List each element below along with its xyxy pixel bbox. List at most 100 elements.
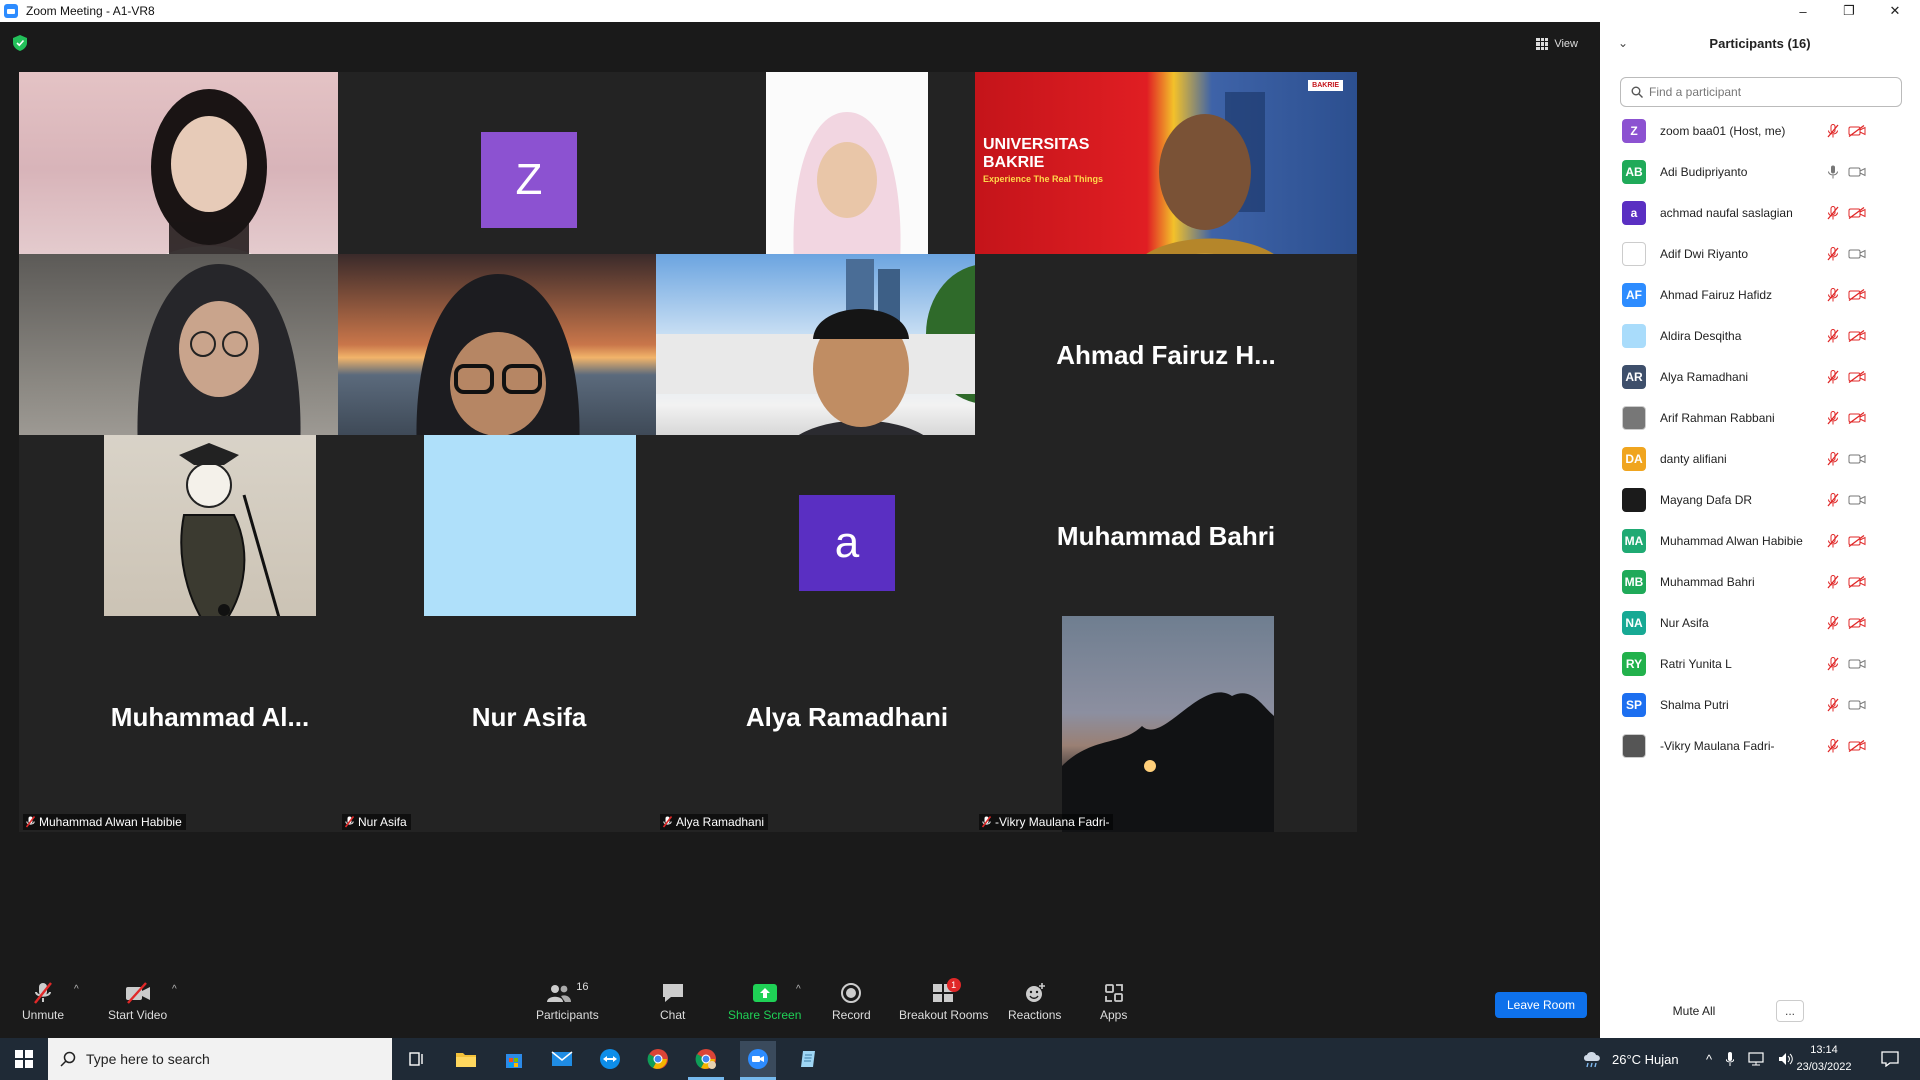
teamviewer-icon[interactable] xyxy=(596,1045,624,1073)
tray-chevron-icon[interactable]: ^ xyxy=(1706,1052,1712,1067)
mute-all-button[interactable]: Mute All xyxy=(1664,1000,1724,1022)
share-options-caret[interactable]: ^ xyxy=(796,984,801,995)
view-button[interactable]: View xyxy=(1530,32,1584,56)
participant-avatar xyxy=(1622,323,1646,348)
mail-icon[interactable] xyxy=(548,1045,576,1073)
video-off-icon[interactable] xyxy=(1848,616,1866,629)
participant-search-input[interactable] xyxy=(1649,85,1889,99)
participant-row[interactable]: Mayang Dafa DR xyxy=(1600,479,1920,520)
muted-mic-icon[interactable] xyxy=(1827,123,1839,138)
mic-icon[interactable] xyxy=(1827,165,1839,179)
task-view-icon[interactable] xyxy=(402,1045,430,1073)
participant-row[interactable]: -Vikry Maulana Fadri- xyxy=(1600,725,1920,766)
search-icon xyxy=(1631,86,1643,98)
participant-avatar: MB xyxy=(1622,569,1646,594)
participant-row[interactable]: Adif Dwi Riyanto xyxy=(1600,233,1920,274)
record-label: Record xyxy=(832,1008,871,1022)
minimize-button[interactable]: – xyxy=(1780,0,1826,22)
muted-mic-icon xyxy=(982,816,991,828)
more-options-button[interactable]: ... xyxy=(1776,1000,1804,1022)
audio-options-caret[interactable]: ^ xyxy=(74,984,79,995)
video-icon[interactable] xyxy=(1848,658,1866,670)
participant-row[interactable]: MB Muhammad Bahri xyxy=(1600,561,1920,602)
zoom-taskbar-icon[interactable] xyxy=(740,1041,776,1077)
video-icon[interactable] xyxy=(1848,453,1866,465)
participant-name: Nur Asifa xyxy=(1660,615,1709,630)
muted-mic-icon[interactable] xyxy=(1827,615,1839,630)
muted-mic-icon[interactable] xyxy=(1827,287,1839,302)
muted-mic-icon[interactable] xyxy=(1827,246,1839,261)
file-explorer-icon[interactable] xyxy=(452,1045,480,1073)
video-off-icon[interactable] xyxy=(1848,329,1866,342)
muted-mic-icon[interactable] xyxy=(1827,533,1839,548)
video-tile[interactable]: -Vikry Maulana Fadri- xyxy=(975,616,1357,832)
video-off-icon[interactable] xyxy=(1848,575,1866,588)
muted-mic-icon[interactable] xyxy=(1827,697,1839,712)
video-off-icon[interactable] xyxy=(1848,288,1866,301)
participant-name: Shalma Putri xyxy=(1660,697,1729,712)
muted-mic-icon[interactable] xyxy=(1827,369,1839,384)
chat-button[interactable]: Chat xyxy=(660,980,685,1022)
muted-mic-icon[interactable] xyxy=(1827,451,1839,466)
chrome-icon[interactable] xyxy=(644,1045,672,1073)
participant-row[interactable]: Zzoom baa01 (Host, me) xyxy=(1600,110,1920,151)
muted-mic-icon[interactable] xyxy=(1827,328,1839,343)
video-off-icon[interactable] xyxy=(1848,370,1866,383)
video-off-icon[interactable] xyxy=(1848,411,1866,424)
share-screen-button[interactable]: Share Screen xyxy=(728,980,801,1022)
participant-search[interactable] xyxy=(1620,77,1902,107)
video-icon[interactable] xyxy=(1848,166,1866,178)
muted-mic-icon[interactable] xyxy=(1827,574,1839,589)
windows-start-icon[interactable] xyxy=(10,1045,38,1073)
participant-row[interactable]: DA danty alifiani xyxy=(1600,438,1920,479)
weather-widget[interactable]: 26°C Hujan xyxy=(1582,1038,1679,1080)
microsoft-store-icon[interactable] xyxy=(500,1045,528,1073)
unmute-button[interactable]: Unmute xyxy=(22,980,64,1022)
close-button[interactable]: ✕ xyxy=(1872,0,1918,22)
breakout-rooms-button[interactable]: 1 Breakout Rooms xyxy=(899,978,988,1022)
participants-button[interactable]: 16 Participants xyxy=(536,980,599,1022)
video-options-caret[interactable]: ^ xyxy=(172,984,177,995)
muted-mic-icon[interactable] xyxy=(1827,738,1839,753)
tray-mic-icon[interactable] xyxy=(1726,1052,1735,1066)
start-video-button[interactable]: Start Video xyxy=(108,980,167,1022)
video-icon[interactable] xyxy=(1848,248,1866,260)
notepad-icon[interactable] xyxy=(794,1045,822,1073)
participant-name: zoom baa01 (Host, me) xyxy=(1660,123,1786,138)
video-off-icon[interactable] xyxy=(1848,739,1866,752)
participant-row[interactable]: AR Alya Ramadhani xyxy=(1600,356,1920,397)
participant-row[interactable]: a achmad naufal saslagian xyxy=(1600,192,1920,233)
video-off-icon[interactable] xyxy=(1848,124,1866,137)
participant-row[interactable]: Arif Rahman Rabbani xyxy=(1600,397,1920,438)
tile-nameplate: Nur Asifa xyxy=(342,814,411,830)
participant-row[interactable]: SP Shalma Putri xyxy=(1600,684,1920,725)
participant-row[interactable]: Aldira Desqitha xyxy=(1600,315,1920,356)
chrome-profile-icon[interactable] xyxy=(692,1045,720,1073)
video-off-icon[interactable] xyxy=(1848,206,1866,219)
participant-row[interactable]: MA Muhammad Alwan Habibie xyxy=(1600,520,1920,561)
notifications-icon[interactable] xyxy=(1876,1045,1904,1073)
restore-button[interactable]: ❐ xyxy=(1826,0,1872,22)
security-shield-icon[interactable] xyxy=(13,35,27,51)
record-button[interactable]: Record xyxy=(832,980,871,1022)
muted-mic-icon[interactable] xyxy=(1827,205,1839,220)
video-off-icon[interactable] xyxy=(1848,534,1866,547)
participant-row[interactable]: RY Ratri Yunita L xyxy=(1600,643,1920,684)
muted-mic-icon[interactable] xyxy=(1827,656,1839,671)
video-icon[interactable] xyxy=(1848,494,1866,506)
taskbar-search-placeholder: Type here to search xyxy=(86,1051,210,1067)
volume-icon[interactable] xyxy=(1778,1052,1794,1066)
taskbar-clock[interactable]: 13:14 23/03/2022 xyxy=(1796,1042,1852,1076)
network-icon[interactable] xyxy=(1748,1052,1764,1066)
apps-button[interactable]: Apps xyxy=(1100,980,1127,1022)
video-icon[interactable] xyxy=(1848,699,1866,711)
participant-row[interactable]: NA Nur Asifa xyxy=(1600,602,1920,643)
leave-room-button[interactable]: Leave Room xyxy=(1495,992,1587,1018)
participant-row[interactable]: AB Adi Budipriyanto xyxy=(1600,151,1920,192)
avatar: a xyxy=(799,495,895,591)
muted-mic-icon[interactable] xyxy=(1827,492,1839,507)
participant-row[interactable]: AF Ahmad Fairuz Hafidz xyxy=(1600,274,1920,315)
reactions-button[interactable]: Reactions xyxy=(1008,980,1061,1022)
muted-mic-icon[interactable] xyxy=(1827,410,1839,425)
taskbar-search-box[interactable]: Type here to search xyxy=(48,1038,392,1080)
